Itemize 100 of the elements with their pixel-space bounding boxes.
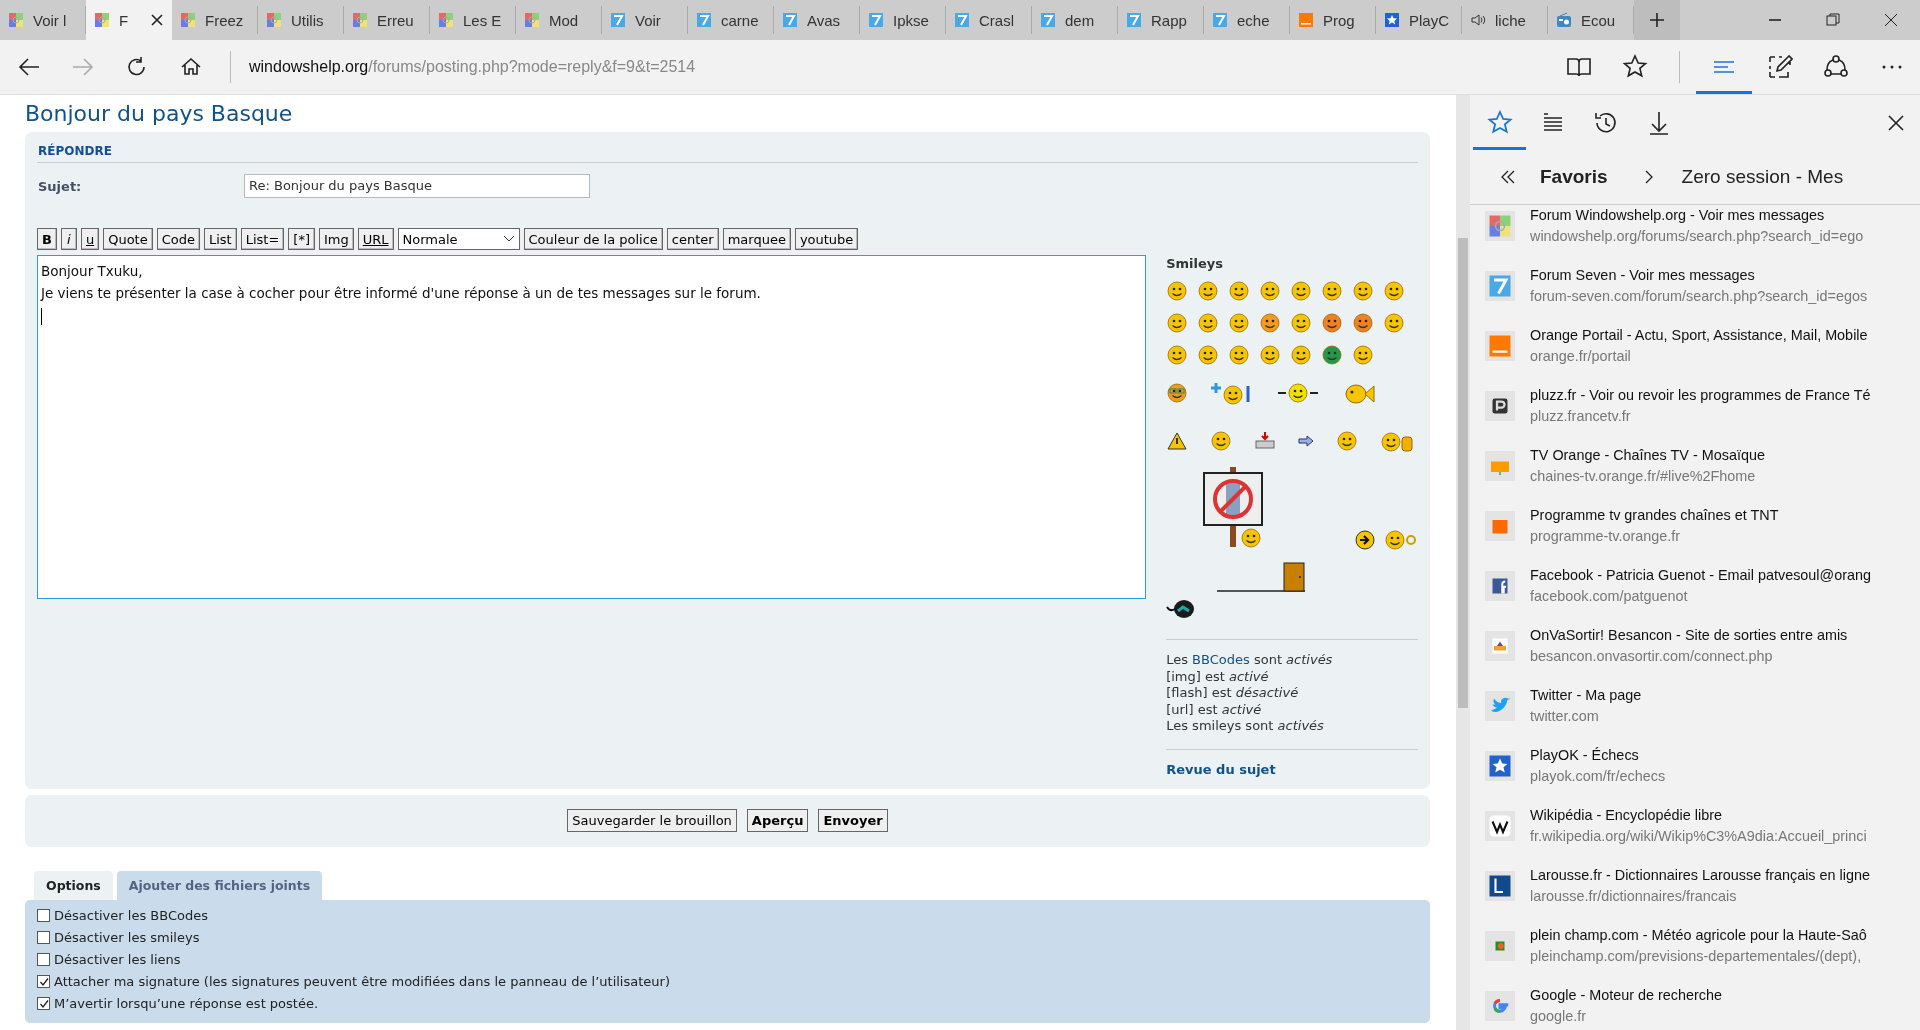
format-button[interactable]: Img bbox=[319, 228, 354, 250]
download-drive-icon[interactable] bbox=[1254, 430, 1277, 452]
browser-tab[interactable]: PlayC bbox=[1376, 6, 1462, 34]
favorite-link[interactable]: TV Orange - Chaînes TV - Mosaïque bbox=[1530, 445, 1765, 466]
smiley-icon[interactable] bbox=[1384, 529, 1418, 551]
message-field[interactable]: Bonjour Txuku, Je viens te présenter la case à cocher pour être informé d'une réponse à un de tes messages sur le forum. bbox=[37, 255, 1147, 599]
smiley-icon[interactable] bbox=[1352, 344, 1375, 366]
breadcrumb-folder[interactable]: Favoris bbox=[1540, 166, 1608, 188]
checkbox-label[interactable]: M’avertir lorsqu’une réponse est postée. bbox=[54, 996, 319, 1011]
checkbox[interactable] bbox=[37, 931, 50, 944]
favorite-link[interactable]: Larousse.fr - Dictionnaires Larousse français en ligne bbox=[1530, 865, 1870, 886]
favorite-link[interactable]: pluzz.fr - Voir ou revoir les programmes de France Té bbox=[1530, 385, 1871, 406]
format-button[interactable]: center bbox=[666, 228, 719, 250]
smiley-icon[interactable] bbox=[1166, 344, 1189, 366]
browser-tab[interactable]: Prog bbox=[1290, 6, 1376, 34]
creature-icon[interactable] bbox=[1166, 597, 1197, 621]
favorite-link[interactable]: OnVaSortir! Besancon - Site de sorties entre amis bbox=[1530, 625, 1848, 646]
smiley-icon[interactable] bbox=[1290, 280, 1313, 302]
browser-tab[interactable]: Freez bbox=[172, 6, 258, 34]
checkbox[interactable] bbox=[37, 909, 50, 922]
smiley-icon[interactable] bbox=[1336, 430, 1359, 452]
scrollbar-thumb[interactable] bbox=[1458, 238, 1468, 708]
format-button[interactable]: i bbox=[60, 228, 77, 250]
door-icon[interactable] bbox=[1216, 559, 1307, 593]
smiley-icon[interactable] bbox=[1383, 280, 1406, 302]
favorite-link[interactable]: Programme tv grandes chaînes et TNT bbox=[1530, 505, 1779, 526]
smiley-icon[interactable] bbox=[1197, 280, 1220, 302]
format-button[interactable]: Couleur de la police bbox=[523, 228, 663, 250]
form-button[interactable]: Sauvegarder le brouillon bbox=[567, 809, 737, 832]
format-button[interactable]: Quote bbox=[103, 228, 153, 250]
smiley-icon[interactable] bbox=[1259, 280, 1282, 302]
favorite-link[interactable]: Google - Moteur de recherche bbox=[1530, 985, 1722, 1006]
options-tab[interactable]: Options bbox=[34, 870, 113, 900]
favorite-link[interactable]: Orange Portail - Actu, Sport, Assistance, Mail, Mobile bbox=[1530, 325, 1868, 346]
smiley-icon[interactable] bbox=[1228, 312, 1251, 334]
smiley-icon[interactable] bbox=[1290, 344, 1313, 366]
favorite-link[interactable]: Twitter - Ma page bbox=[1530, 685, 1642, 706]
smiley-icon[interactable] bbox=[1352, 280, 1375, 302]
format-button[interactable]: List bbox=[204, 228, 237, 250]
format-button[interactable]: u bbox=[80, 228, 100, 250]
format-button[interactable]: [*] bbox=[288, 228, 315, 250]
favorite-link[interactable]: Forum Seven - Voir mes messages bbox=[1530, 265, 1868, 286]
subject-field[interactable]: Re: Bonjour du pays Basque bbox=[244, 174, 590, 198]
checkbox[interactable] bbox=[37, 953, 50, 966]
checkbox-label[interactable]: Désactiver les smileys bbox=[54, 930, 200, 945]
restore-button[interactable] bbox=[1825, 12, 1841, 28]
browser-tab[interactable]: F bbox=[86, 0, 172, 40]
browser-tab[interactable]: Ipkse bbox=[860, 6, 946, 34]
smiley-icon[interactable] bbox=[1321, 280, 1344, 302]
share-icon[interactable] bbox=[1823, 54, 1849, 80]
smiley-icon[interactable] bbox=[1166, 382, 1189, 404]
smiley-icon[interactable] bbox=[1276, 382, 1321, 404]
favorite-link[interactable]: Forum Windowshelp.org - Voir mes messages bbox=[1530, 205, 1864, 226]
close-window-button[interactable] bbox=[1883, 12, 1899, 28]
format-button[interactable]: List= bbox=[240, 228, 285, 250]
favorite-link[interactable]: plein champ.com - Météo agricole pour la Haute-Saô bbox=[1530, 925, 1867, 946]
breadcrumb-folder[interactable]: Zero session - Mes bbox=[1681, 166, 1844, 188]
smiley-icon[interactable] bbox=[1321, 312, 1344, 334]
smiley-icon[interactable] bbox=[1290, 312, 1313, 334]
browser-tab[interactable]: Utilis bbox=[258, 6, 344, 34]
smiley-icon[interactable] bbox=[1166, 312, 1189, 334]
browser-tab[interactable]: Erreu bbox=[344, 6, 430, 34]
format-button[interactable]: marquee bbox=[722, 228, 791, 250]
browser-tab[interactable]: dem bbox=[1032, 6, 1118, 34]
double-chevron-left-icon[interactable] bbox=[1500, 169, 1516, 185]
note-icon[interactable] bbox=[1767, 54, 1793, 80]
smiley-icon[interactable] bbox=[1352, 312, 1375, 334]
browser-tab[interactable]: Voir bbox=[602, 6, 688, 34]
close-icon[interactable] bbox=[1887, 113, 1905, 132]
browser-tab[interactable]: liche bbox=[1462, 6, 1548, 34]
new-tab-button[interactable] bbox=[1634, 0, 1680, 40]
address-field[interactable]: windowshelp.org/forums/posting.php?mode=reply&f=9&t=2514 bbox=[230, 51, 1551, 83]
format-button[interactable]: URL bbox=[357, 228, 394, 250]
checkbox-label[interactable]: Attacher ma signature (les signatures peuvent être modifiées dans le panneau de l’utilisateur) bbox=[54, 974, 670, 989]
smiley-icon[interactable] bbox=[1197, 344, 1220, 366]
browser-tab[interactable]: eche bbox=[1204, 6, 1290, 34]
browser-tab[interactable]: Mod bbox=[516, 6, 602, 34]
browser-tab[interactable]: Avas bbox=[774, 6, 860, 34]
star-icon[interactable] bbox=[1622, 54, 1648, 80]
browser-tab[interactable]: Rapp bbox=[1118, 6, 1204, 34]
checkbox[interactable] bbox=[37, 997, 50, 1010]
arrow-icon[interactable] bbox=[1298, 435, 1315, 447]
browser-tab[interactable]: Les E bbox=[430, 6, 516, 34]
form-button[interactable]: Aperçu bbox=[746, 809, 809, 832]
smiley-icon[interactable] bbox=[1259, 344, 1282, 366]
smiley-icon[interactable] bbox=[1228, 344, 1251, 366]
smiley-icon[interactable] bbox=[1321, 344, 1344, 366]
smiley-icon[interactable] bbox=[1228, 280, 1251, 302]
review-link[interactable]: Revue du sujet bbox=[1166, 761, 1276, 777]
format-button[interactable]: B bbox=[37, 228, 57, 250]
font-size-dropdown[interactable]: Normale bbox=[397, 228, 520, 250]
favorite-link[interactable]: PlayOK - Échecs bbox=[1530, 745, 1666, 766]
browser-tab[interactable]: carne bbox=[688, 6, 774, 34]
checkbox-label[interactable]: Désactiver les BBCodes bbox=[54, 908, 208, 923]
bbcodes-link[interactable]: BBCodes bbox=[1192, 652, 1250, 667]
close-icon[interactable] bbox=[150, 13, 164, 27]
format-button[interactable]: youtube bbox=[794, 228, 859, 250]
smiley-icon[interactable] bbox=[1166, 280, 1189, 302]
favorite-link[interactable]: Facebook - Patricia Guenot - Email patvesoul@orang bbox=[1530, 565, 1871, 586]
favorite-link[interactable]: Wikipédia - Encyclopédie libre bbox=[1530, 805, 1867, 826]
